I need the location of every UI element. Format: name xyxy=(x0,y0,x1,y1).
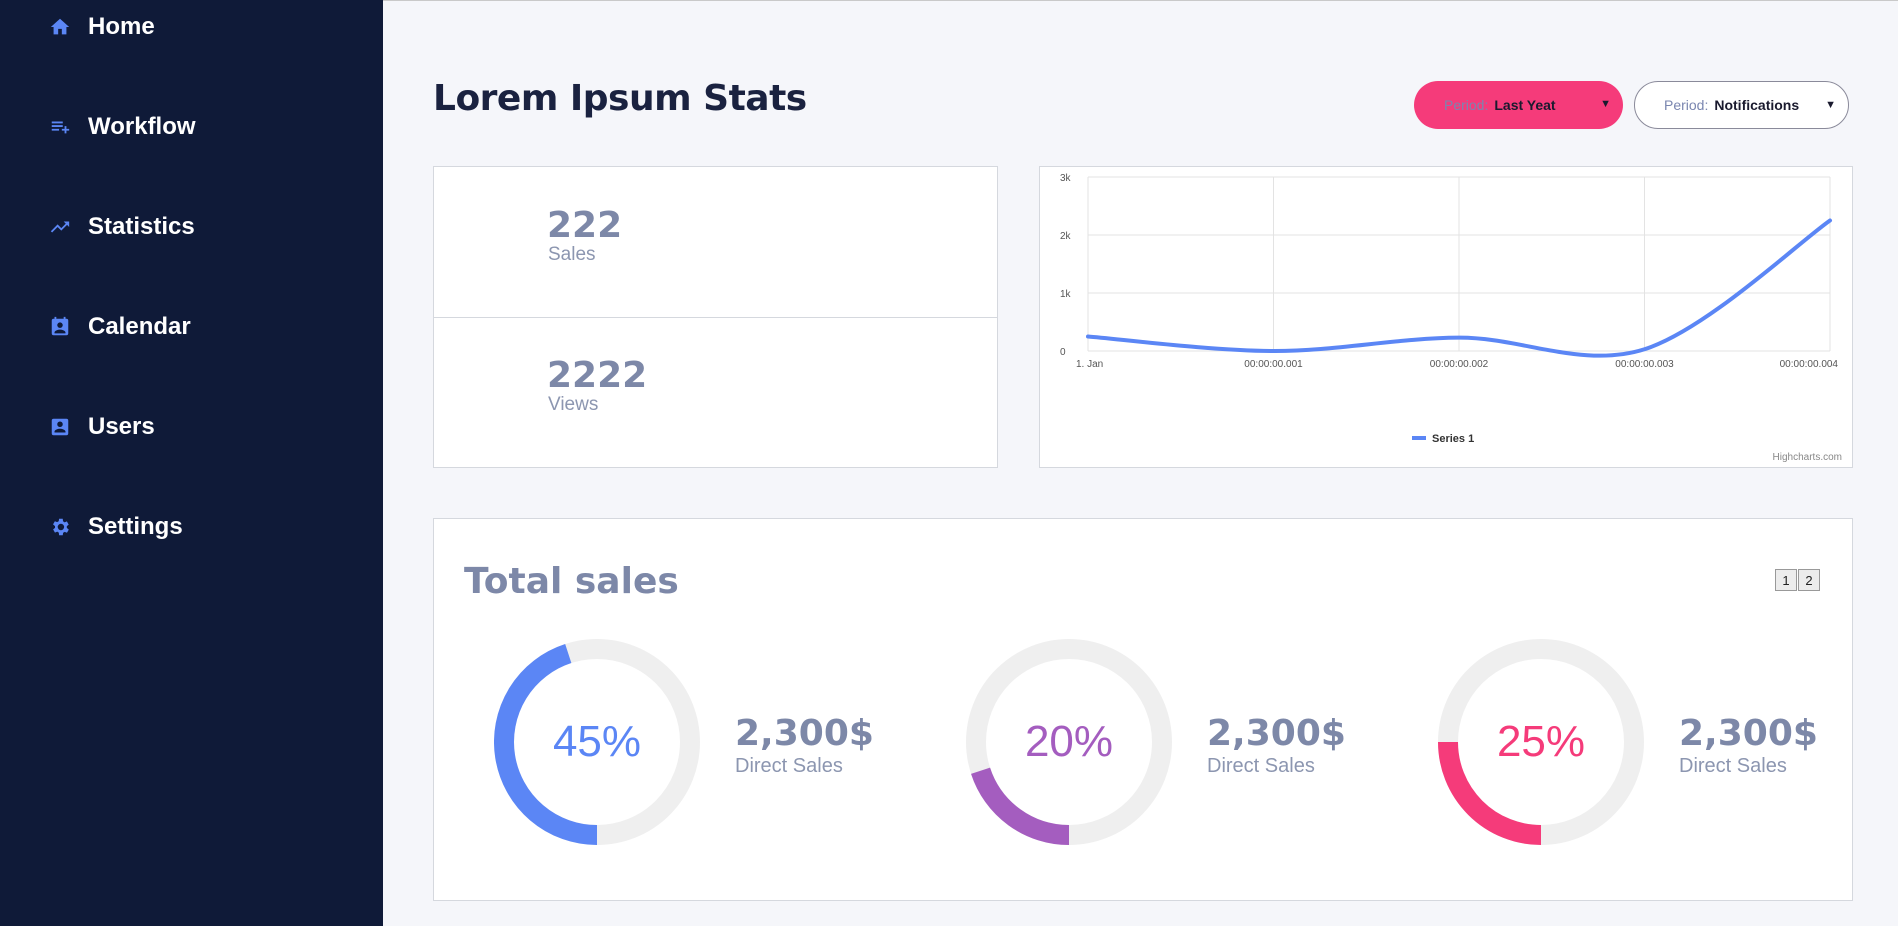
y-tick-label: 1k xyxy=(1060,289,1072,300)
sidebar-item-label: Home xyxy=(88,13,155,40)
chart-credits[interactable]: Highcharts.com xyxy=(1773,452,1842,463)
page-1-button[interactable]: 1 xyxy=(1775,569,1797,591)
sales-value: 222 xyxy=(547,205,623,246)
donut-percent: 25% xyxy=(1496,717,1586,766)
gear-icon xyxy=(48,515,72,539)
notifications-select[interactable]: Period: Notifications ▼ xyxy=(1634,81,1849,129)
stats-card: 222 Sales 2222 Views xyxy=(433,166,998,468)
line-chart: 0 1k 2k 3k 1. Jan 00:00:00.001 00:00:00.002 00:… xyxy=(1060,173,1839,445)
sidebar-item-label: Calendar xyxy=(88,313,191,340)
user-box-icon xyxy=(48,415,72,439)
sidebar-item-calendar[interactable]: Calendar xyxy=(48,307,191,347)
y-tick-label: 2k xyxy=(1060,231,1072,242)
sales-amount-label: Direct Sales xyxy=(1679,755,1787,777)
donut-percent: 20% xyxy=(1024,717,1114,766)
caret-down-icon: ▼ xyxy=(1600,98,1611,110)
period-select-prefix: Period: xyxy=(1444,97,1489,113)
views-label: Views xyxy=(548,394,599,415)
page-2-button[interactable]: 2 xyxy=(1798,569,1820,591)
x-tick-label: 00:00:00.004 xyxy=(1780,359,1839,370)
donut-percent: 45% xyxy=(552,717,642,766)
sales-amount-label: Direct Sales xyxy=(1207,755,1315,777)
y-tick-label: 3k xyxy=(1060,173,1072,184)
notifications-select-value: Notifications xyxy=(1714,97,1800,113)
sidebar-item-workflow[interactable]: Workflow xyxy=(48,107,196,147)
period-select-value: Last Yeat xyxy=(1494,97,1556,113)
sidebar-item-users[interactable]: Users xyxy=(48,407,155,447)
sidebar-item-label: Users xyxy=(88,413,155,440)
legend-label: Series 1 xyxy=(1432,433,1474,445)
x-tick-label: 1. Jan xyxy=(1076,359,1103,370)
calendar-icon xyxy=(48,315,72,339)
donut-chart-2: 20% xyxy=(966,639,1172,845)
sidebar-item-settings[interactable]: Settings xyxy=(48,507,183,547)
home-icon xyxy=(48,15,72,39)
sales-amount: 2,300$ xyxy=(1207,713,1346,754)
x-tick-label: 00:00:00.001 xyxy=(1244,359,1303,370)
sidebar: Home Workflow Statistics Calendar Users … xyxy=(0,0,383,926)
sidebar-item-home[interactable]: Home xyxy=(48,7,155,47)
page-title: Lorem Ipsum Stats xyxy=(433,78,807,119)
total-sales-title: Total sales xyxy=(464,561,679,602)
period-select[interactable]: Period: Last Yeat ▼ xyxy=(1414,81,1623,129)
divider xyxy=(434,317,997,318)
sales-amount: 2,300$ xyxy=(1679,713,1818,754)
x-tick-label: 00:00:00.003 xyxy=(1615,359,1674,370)
trending-up-icon xyxy=(48,215,72,239)
sidebar-item-label: Statistics xyxy=(88,213,195,240)
total-sales-card: Total sales 1 2 45% 2,300$ Direct Sales … xyxy=(433,518,1853,901)
donut-chart-3: 25% xyxy=(1438,639,1644,845)
x-tick-label: 00:00:00.002 xyxy=(1430,359,1489,370)
sidebar-item-label: Workflow xyxy=(88,113,196,140)
sales-amount: 2,300$ xyxy=(735,713,874,754)
y-tick-label: 0 xyxy=(1060,347,1066,358)
views-value: 2222 xyxy=(547,355,648,396)
notifications-select-prefix: Period: xyxy=(1664,97,1709,113)
caret-down-icon: ▼ xyxy=(1825,99,1836,111)
donut-chart-1: 45% xyxy=(494,639,700,845)
sidebar-item-label: Settings xyxy=(88,513,183,540)
playlist-add-icon xyxy=(48,115,72,139)
line-chart-card: 0 1k 2k 3k 1. Jan 00:00:00.001 00:00:00.002 00:… xyxy=(1039,166,1853,468)
sales-amount-label: Direct Sales xyxy=(735,755,843,777)
sidebar-item-statistics[interactable]: Statistics xyxy=(48,207,195,247)
sales-label: Sales xyxy=(548,244,596,265)
